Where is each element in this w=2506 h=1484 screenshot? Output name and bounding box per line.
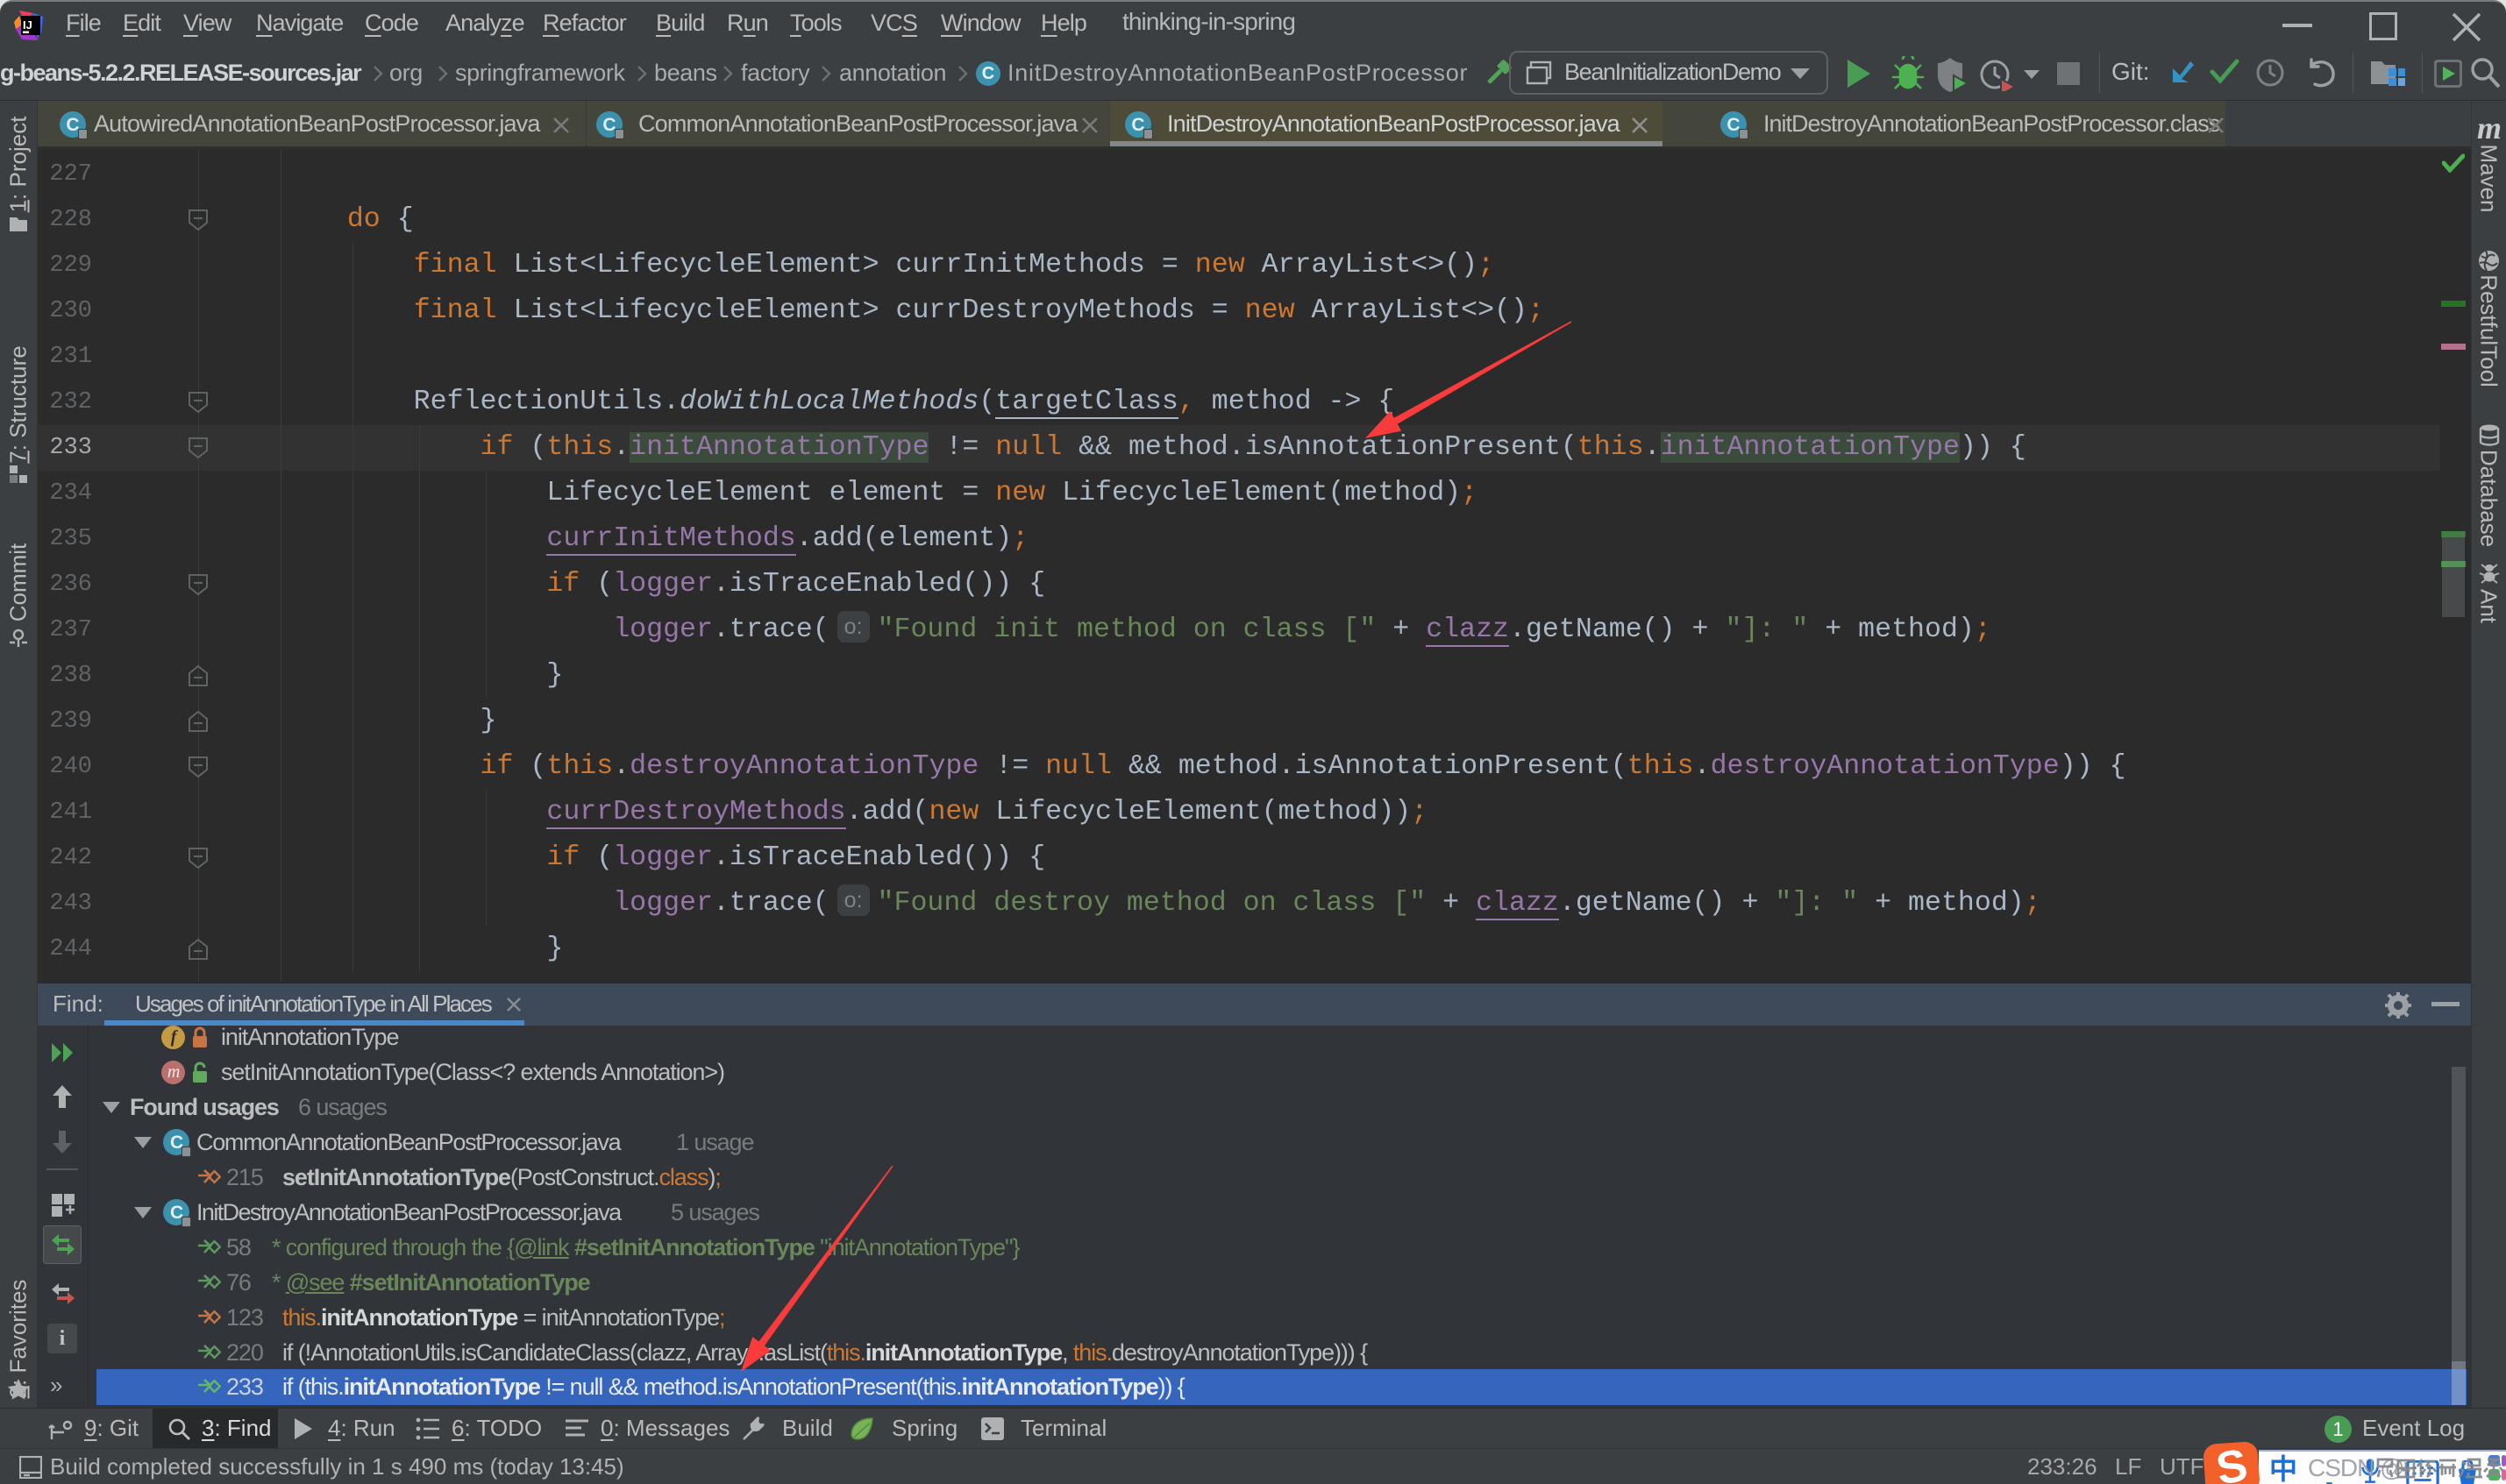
svg-text:IJ: IJ	[23, 18, 32, 32]
